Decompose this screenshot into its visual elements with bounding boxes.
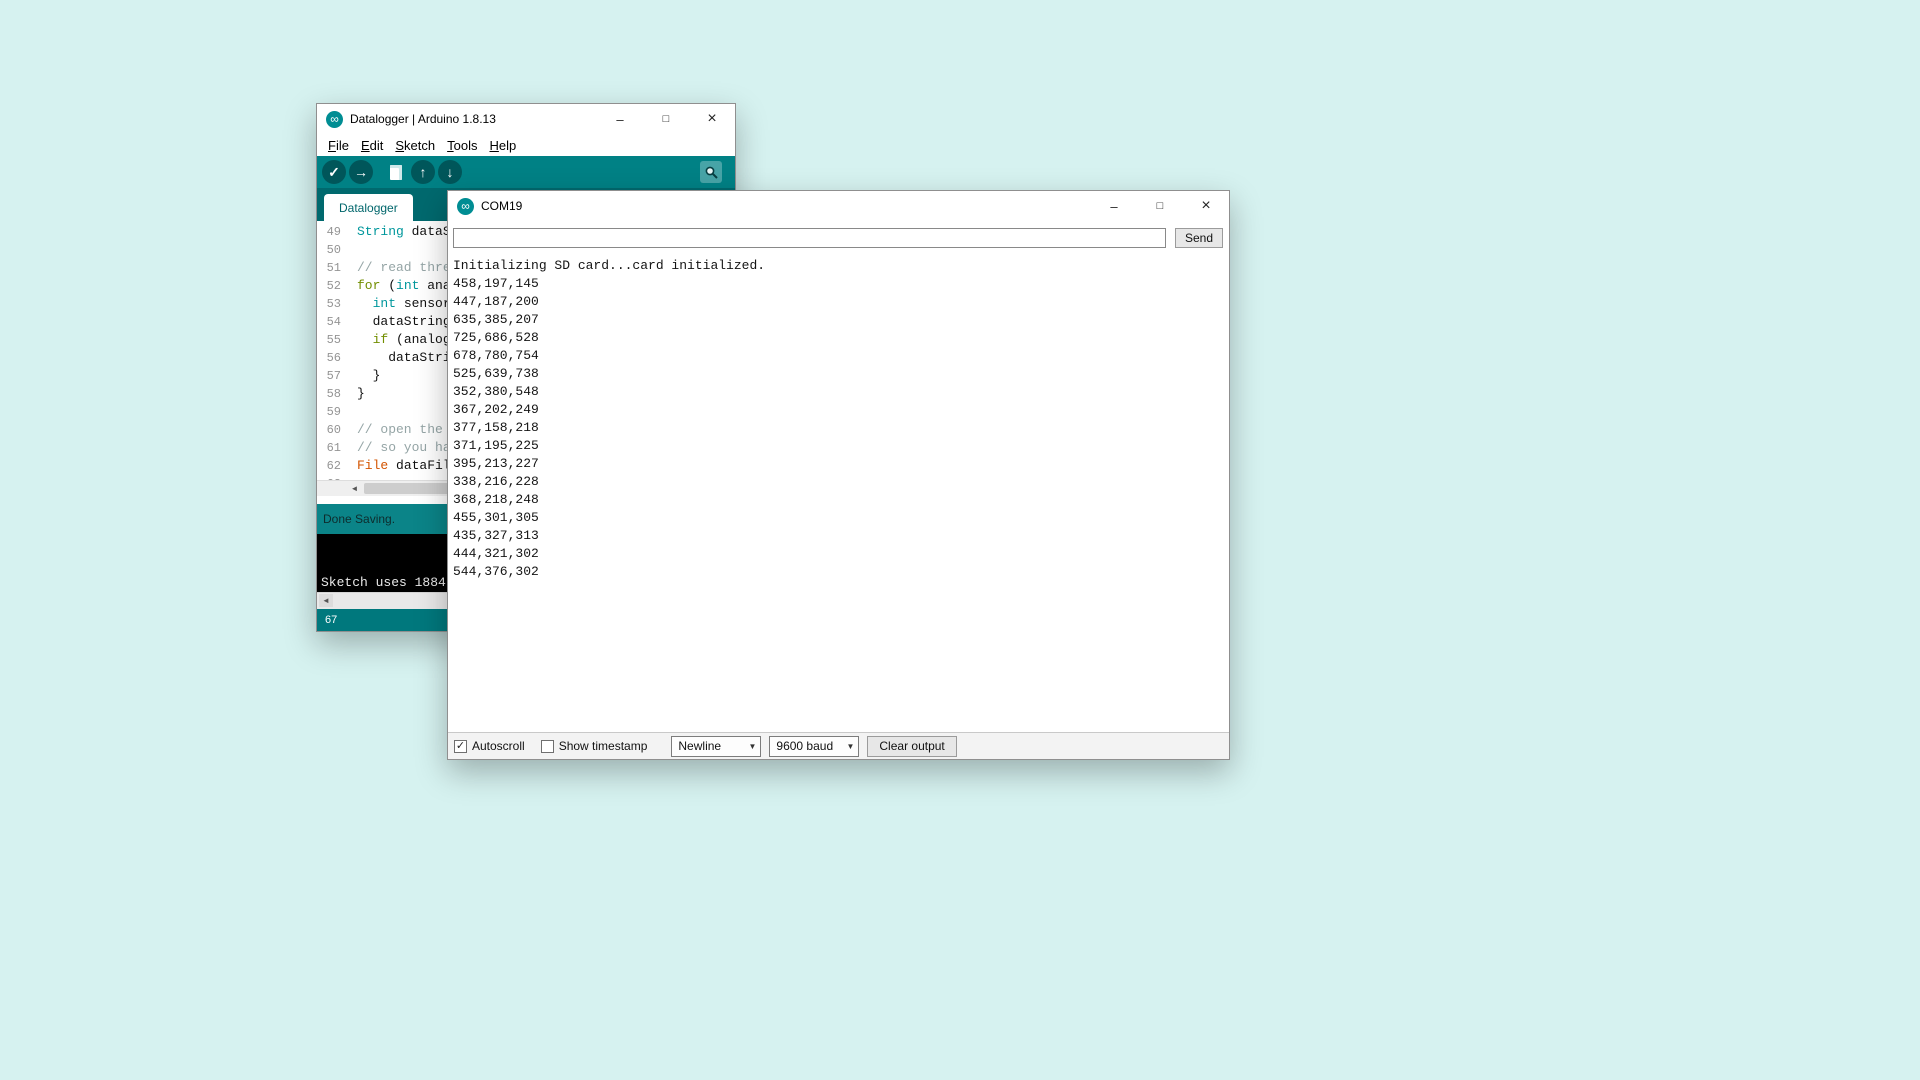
timestamp-option[interactable]: Show timestamp bbox=[541, 739, 648, 753]
ide-toolbar: ✓ → ↑ ↓ bbox=[317, 156, 735, 188]
serial-window-title: COM19 bbox=[481, 199, 1091, 213]
serial-output-line: 368,218,248 bbox=[453, 491, 1229, 509]
serial-monitor-window: ∞ COM19 – □ × Send Initializing SD card.… bbox=[447, 190, 1230, 760]
autoscroll-checkbox[interactable]: ✓ bbox=[454, 740, 467, 753]
menu-help[interactable]: Help bbox=[483, 136, 522, 155]
serial-output-line: 725,686,528 bbox=[453, 329, 1229, 347]
save-button[interactable]: ↓ bbox=[438, 160, 462, 184]
serial-output-line: Initializing SD card...card initialized. bbox=[453, 257, 1229, 275]
line-number: 58 bbox=[317, 385, 345, 403]
serial-output-line: 352,380,548 bbox=[453, 383, 1229, 401]
serial-output-line: 377,158,218 bbox=[453, 419, 1229, 437]
serial-bottom-bar: ✓ Autoscroll Show timestamp Newline ▼ 96… bbox=[448, 732, 1229, 759]
serial-output-line: 635,385,207 bbox=[453, 311, 1229, 329]
serial-output-line: 395,213,227 bbox=[453, 455, 1229, 473]
serial-output-line: 678,780,754 bbox=[453, 347, 1229, 365]
scroll-left-icon[interactable]: ◄ bbox=[347, 482, 362, 495]
verify-button[interactable]: ✓ bbox=[322, 160, 346, 184]
baud-rate-dropdown[interactable]: 9600 baud ▼ bbox=[769, 736, 859, 757]
serial-output-line: 455,301,305 bbox=[453, 509, 1229, 527]
ide-maximize-button[interactable]: □ bbox=[643, 104, 689, 134]
line-ending-value: Newline bbox=[678, 739, 721, 753]
timestamp-checkbox[interactable] bbox=[541, 740, 554, 753]
line-number: 59 bbox=[317, 403, 345, 421]
line-number: 51 bbox=[317, 259, 345, 277]
new-sketch-button[interactable] bbox=[384, 160, 408, 184]
line-number: 61 bbox=[317, 439, 345, 457]
serial-output-line: 435,327,313 bbox=[453, 527, 1229, 545]
hscroll-thumb[interactable] bbox=[364, 483, 450, 494]
line-number: 62 bbox=[317, 457, 345, 475]
line-number: 60 bbox=[317, 421, 345, 439]
autoscroll-label: Autoscroll bbox=[472, 739, 525, 753]
serial-output-line: 444,321,302 bbox=[453, 545, 1229, 563]
ide-titlebar[interactable]: ∞ Datalogger | Arduino 1.8.13 – □ × bbox=[317, 104, 735, 134]
baud-rate-value: 9600 baud bbox=[776, 739, 833, 753]
autoscroll-option[interactable]: ✓ Autoscroll bbox=[454, 739, 525, 753]
tab-datalogger[interactable]: Datalogger bbox=[324, 194, 413, 221]
current-line-indicator: 67 bbox=[325, 614, 337, 626]
arduino-logo-icon: ∞ bbox=[326, 111, 343, 128]
chevron-down-icon: ▼ bbox=[846, 742, 854, 751]
down-arrow-icon: ↓ bbox=[447, 164, 454, 180]
serial-monitor-button[interactable] bbox=[700, 161, 722, 183]
serial-output-line: 544,376,302 bbox=[453, 563, 1229, 581]
serial-minimize-button[interactable]: – bbox=[1091, 191, 1137, 221]
upload-button[interactable]: → bbox=[349, 160, 373, 184]
serial-output-line: 371,195,225 bbox=[453, 437, 1229, 455]
timestamp-label: Show timestamp bbox=[559, 739, 648, 753]
serial-output: Initializing SD card...card initialized.… bbox=[448, 251, 1229, 732]
document-icon bbox=[390, 165, 402, 180]
serial-output-line: 338,216,228 bbox=[453, 473, 1229, 491]
line-number: 57 bbox=[317, 367, 345, 385]
open-button[interactable]: ↑ bbox=[411, 160, 435, 184]
up-arrow-icon: ↑ bbox=[420, 164, 427, 180]
line-number: 56 bbox=[317, 349, 345, 367]
serial-output-line: 447,187,200 bbox=[453, 293, 1229, 311]
serial-output-line: 525,639,738 bbox=[453, 365, 1229, 383]
send-button[interactable]: Send bbox=[1175, 228, 1223, 248]
ide-minimize-button[interactable]: – bbox=[597, 104, 643, 134]
line-number: 55 bbox=[317, 331, 345, 349]
serial-close-button[interactable]: × bbox=[1183, 191, 1229, 221]
magnifier-icon bbox=[704, 165, 719, 180]
serial-maximize-button[interactable]: □ bbox=[1137, 191, 1183, 221]
line-number: 50 bbox=[317, 241, 345, 259]
right-arrow-icon: → bbox=[354, 164, 368, 180]
send-row: Send bbox=[448, 221, 1229, 251]
menu-file[interactable]: File bbox=[322, 136, 355, 155]
line-number: 49 bbox=[317, 223, 345, 241]
ide-close-button[interactable]: × bbox=[689, 104, 735, 134]
line-ending-dropdown[interactable]: Newline ▼ bbox=[671, 736, 761, 757]
menu-sketch[interactable]: Sketch bbox=[389, 136, 441, 155]
serial-output-line: 458,197,145 bbox=[453, 275, 1229, 293]
arduino-logo-icon: ∞ bbox=[457, 198, 474, 215]
serial-output-line: 367,202,249 bbox=[453, 401, 1229, 419]
line-number: 52 bbox=[317, 277, 345, 295]
menu-tools[interactable]: Tools bbox=[441, 136, 483, 155]
line-number: 54 bbox=[317, 313, 345, 331]
scroll-left-icon[interactable]: ◄ bbox=[319, 594, 333, 607]
serial-titlebar[interactable]: ∞ COM19 – □ × bbox=[448, 191, 1229, 221]
ide-menubar: FileEditSketchToolsHelp bbox=[317, 134, 735, 156]
line-number: 53 bbox=[317, 295, 345, 313]
check-icon: ✓ bbox=[328, 164, 340, 181]
chevron-down-icon: ▼ bbox=[748, 742, 756, 751]
ide-window-title: Datalogger | Arduino 1.8.13 bbox=[350, 112, 597, 126]
clear-output-button[interactable]: Clear output bbox=[867, 736, 956, 757]
menu-edit[interactable]: Edit bbox=[355, 136, 389, 155]
serial-input[interactable] bbox=[453, 228, 1166, 248]
status-message: Done Saving. bbox=[323, 512, 395, 526]
